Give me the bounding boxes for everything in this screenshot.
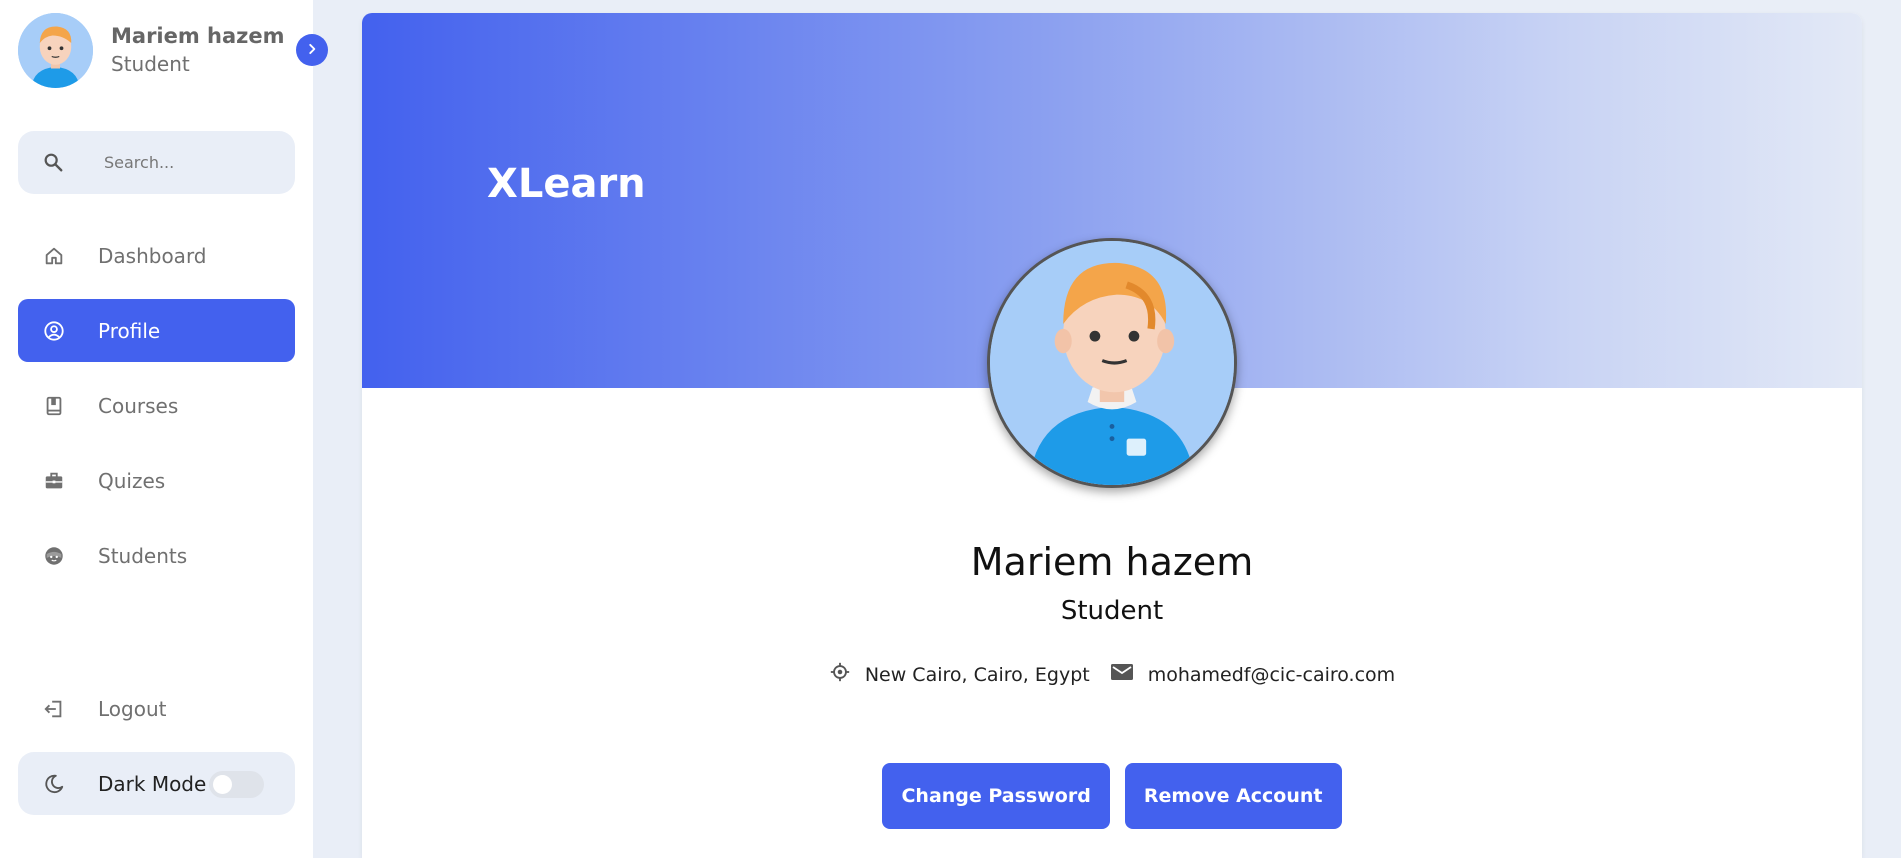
user-role: Student	[111, 52, 190, 76]
sidebar-item-quizes[interactable]: Quizes	[18, 449, 295, 512]
sidebar-item-label: Dashboard	[98, 243, 207, 268]
user-name: Mariem hazem	[111, 24, 285, 48]
mail-icon	[1110, 661, 1134, 688]
search-icon	[42, 151, 64, 177]
sidebar-item-label: Students	[98, 543, 188, 568]
profile-name: Mariem hazem	[970, 540, 1254, 584]
email-info: mohamedf@cic-cairo.com	[1110, 661, 1395, 688]
profile-meta: New Cairo, Cairo, Egypt mohamedf@cic-cai…	[362, 661, 1862, 688]
sidebar-item-profile[interactable]: Profile	[18, 299, 295, 362]
sidebar-item-dashboard[interactable]: Dashboard	[18, 224, 295, 287]
user-block: Mariem hazem Student	[18, 13, 308, 89]
email-text: mohamedf@cic-cairo.com	[1147, 663, 1396, 686]
home-icon	[42, 244, 66, 268]
profile-role: Student	[1060, 596, 1164, 626]
user-circle-icon	[42, 319, 66, 343]
dark-mode-row: Dark Mode	[18, 752, 295, 815]
face-icon	[42, 544, 66, 568]
book-icon	[42, 394, 66, 418]
location-info: New Cairo, Cairo, Egypt	[829, 661, 1090, 688]
sidebar: Mariem hazem Student Dashboard Profile C…	[0, 0, 313, 858]
logout-label: Logout	[98, 696, 167, 721]
sidebar-item-students[interactable]: Students	[18, 524, 295, 587]
profile-avatar	[987, 238, 1237, 488]
profile-card: XLearn Mariem hazem Student New Cairo, C…	[362, 13, 1862, 858]
avatar	[18, 13, 93, 88]
briefcase-icon	[42, 469, 66, 493]
sidebar-item-label: Quizes	[98, 468, 166, 493]
sidebar-toggle-button[interactable]	[296, 34, 328, 66]
sidebar-item-label: Courses	[98, 393, 179, 418]
toggle-knob	[213, 775, 232, 794]
moon-icon	[42, 772, 66, 796]
search-box	[18, 131, 295, 194]
dark-mode-toggle[interactable]	[209, 771, 264, 798]
chevron-right-icon	[305, 41, 319, 60]
change-password-button[interactable]: Change Password	[882, 763, 1110, 829]
sidebar-item-label: Profile	[98, 318, 161, 343]
dark-mode-label: Dark Mode	[98, 771, 207, 796]
logout-icon	[42, 697, 66, 721]
sidebar-item-courses[interactable]: Courses	[18, 374, 295, 437]
search-input[interactable]	[104, 143, 284, 181]
account-actions: Change Password Remove Account	[362, 763, 1862, 829]
brand-title: XLearn	[487, 161, 646, 207]
remove-account-button[interactable]: Remove Account	[1124, 763, 1342, 829]
location-text: New Cairo, Cairo, Egypt	[864, 663, 1090, 686]
logout-button[interactable]: Logout	[18, 677, 295, 740]
location-icon	[829, 661, 851, 688]
